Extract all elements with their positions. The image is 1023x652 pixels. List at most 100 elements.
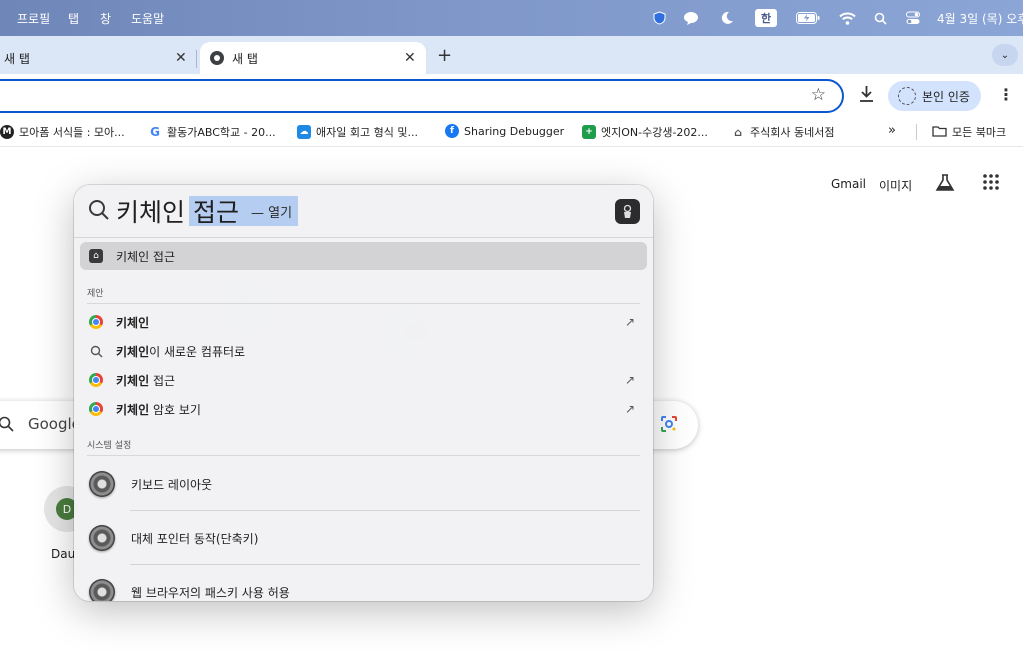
close-icon[interactable]: ✕: [175, 50, 187, 66]
star-icon[interactable]: ☆: [811, 85, 826, 105]
moaform-icon: M: [0, 125, 14, 139]
suggestion-bold: 키체인: [116, 402, 150, 417]
suggestion-row[interactable]: 키체인 접근 ↗: [80, 366, 647, 394]
plus-icon: +: [582, 125, 596, 139]
suggestion-row[interactable]: 키체인 암호 보기 ↗: [80, 395, 647, 423]
search-icon: [0, 416, 14, 436]
tab-divider: [196, 50, 197, 68]
settings-row[interactable]: 대체 포인터 동작(단축키): [80, 511, 647, 565]
spotlight-icon[interactable]: [873, 9, 887, 27]
menu-tab[interactable]: 탭: [68, 10, 79, 27]
keychain-app-icon: [615, 199, 640, 224]
shield-icon[interactable]: [652, 9, 666, 27]
system-settings-icon: [89, 525, 115, 551]
toolbar: ☆ 본인 인증 ⋮: [0, 74, 1023, 118]
tab-search-button[interactable]: ⌄: [992, 44, 1018, 66]
query-hint: — 열기: [251, 205, 293, 221]
labs-icon[interactable]: [935, 174, 955, 196]
menu-window[interactable]: 창: [100, 10, 111, 27]
divider: [87, 303, 640, 304]
search-icon: [88, 343, 104, 359]
profile-verify-button[interactable]: 본인 인증: [888, 81, 981, 111]
settings-row[interactable]: 웹 브라우저의 패스키 사용 허용: [80, 565, 647, 601]
section-suggestions: 제안: [87, 289, 104, 299]
wifi-icon[interactable]: [838, 9, 856, 27]
bookmark-item[interactable]: ⌂ 주식회사 동네서점: [731, 124, 834, 140]
settings-label: 웹 브라우저의 패스키 사용 허용: [131, 585, 290, 600]
suggestion-text: 접근: [149, 373, 176, 388]
bookmark-label: 주식회사 동네서점: [750, 126, 835, 139]
more-menu-icon[interactable]: ⋮: [998, 85, 1014, 104]
bookmark-item[interactable]: ☁ 애자일 회고 형식 및...: [297, 124, 418, 140]
settings-label: 대체 포인터 동작(단축키): [131, 531, 259, 546]
control-center-icon[interactable]: [905, 9, 921, 27]
avatar: [898, 87, 916, 105]
menu-profile[interactable]: 프로필: [17, 10, 50, 27]
store-icon: ⌂: [734, 125, 742, 139]
gmail-link[interactable]: Gmail: [831, 177, 866, 191]
settings-row[interactable]: 키보드 레이아웃: [80, 457, 647, 511]
spotlight-query: 키체인 접근 — 열기: [116, 193, 299, 229]
chrome-icon: [88, 401, 104, 417]
system-settings-icon: [89, 579, 115, 601]
divider: [916, 124, 917, 140]
tab-title: 새 탭: [232, 51, 258, 66]
bookmark-item[interactable]: M 모아폼 서식들 : 모아...: [0, 124, 125, 140]
tab-strip: 새 탭 ✕ 새 탭 ✕ + ⌄: [0, 36, 1023, 74]
all-bookmarks-button[interactable]: 모든 북마크: [932, 124, 1006, 140]
close-icon[interactable]: ✕: [404, 50, 416, 66]
download-icon[interactable]: [858, 85, 875, 107]
address-bar[interactable]: ☆: [0, 79, 844, 113]
spotlight-panel: 키체인 접근 — 열기 ⌂ 키체인 접근 제안 키체인 ↗ 키체인 이 새로운 …: [74, 185, 653, 601]
all-bookmarks-label: 모든 북마크: [952, 126, 1007, 139]
search-icon: [88, 199, 110, 225]
images-link[interactable]: 이미지: [879, 177, 912, 194]
apps-grid-icon[interactable]: [983, 174, 999, 194]
top-hit-row[interactable]: ⌂ 키체인 접근: [80, 242, 647, 270]
tab-new-tab-2[interactable]: 새 탭 ✕: [200, 42, 426, 74]
query-typed: 키체인: [116, 198, 186, 227]
suggestion-text: 이 새로운 컴퓨터로: [149, 344, 246, 359]
new-tab-button[interactable]: +: [437, 45, 452, 66]
menubar-clock[interactable]: 4월 3일 (목) 오후: [937, 10, 1023, 27]
keychain-icon: ⌂: [88, 248, 104, 264]
suggestion-row[interactable]: 키체인 ↗: [80, 308, 647, 336]
bookmark-label: Sharing Debugger: [464, 124, 565, 138]
bookmark-item[interactable]: + 엣지ON-수강생-202...: [582, 124, 708, 140]
bookmark-item[interactable]: f Sharing Debugger: [445, 124, 564, 138]
bookmarks-overflow-button[interactable]: »: [888, 123, 896, 138]
tab-title: 새 탭: [4, 51, 30, 66]
bookmark-item[interactable]: G 활동가ABC학교 - 20...: [148, 124, 276, 140]
battery-icon[interactable]: [796, 9, 820, 27]
search-placeholder: Google: [28, 415, 81, 433]
shortcut-label: Dau: [51, 547, 76, 561]
input-source-icon[interactable]: 한: [755, 9, 777, 27]
open-arrow-icon: ↗: [624, 315, 635, 329]
chat-icon[interactable]: [682, 9, 700, 27]
menu-help[interactable]: 도움말: [131, 10, 164, 27]
query-completion-highlight: 접근 — 열기: [189, 196, 299, 227]
system-settings-icon: [89, 471, 115, 497]
suggestion-row[interactable]: 키체인 이 새로운 컴퓨터로: [80, 337, 647, 365]
google-lens-icon[interactable]: [660, 415, 678, 437]
suggestion-bold: 키체인: [116, 373, 150, 388]
top-hit-label: 키체인 접근: [116, 249, 176, 264]
divider: [87, 455, 640, 456]
open-arrow-icon: ↗: [624, 402, 635, 416]
bookmark-label: 엣지ON-수강생-202...: [601, 126, 708, 139]
facebook-icon: f: [445, 124, 459, 138]
google-icon: G: [150, 125, 160, 139]
settings-label: 키보드 레이아웃: [131, 477, 213, 492]
verify-label: 본인 인증: [922, 89, 970, 104]
suggestion-text: 암호 보기: [149, 402, 201, 417]
chrome-icon: [210, 51, 224, 65]
bookmarks-bar: M 모아폼 서식들 : 모아... G 활동가ABC학교 - 20... ☁ 애…: [0, 118, 1023, 147]
tab-new-tab-1[interactable]: 새 탭 ✕: [0, 42, 195, 74]
bookmark-label: 모아폼 서식들 : 모아...: [19, 126, 125, 139]
section-system-settings: 시스템 설정: [87, 441, 132, 451]
open-arrow-icon: ↗: [624, 373, 635, 387]
moon-icon[interactable]: [719, 9, 735, 27]
cloud-icon: ☁: [297, 125, 311, 139]
query-completion: 접근: [193, 198, 240, 227]
spotlight-search-field[interactable]: 키체인 접근 — 열기: [74, 185, 653, 238]
